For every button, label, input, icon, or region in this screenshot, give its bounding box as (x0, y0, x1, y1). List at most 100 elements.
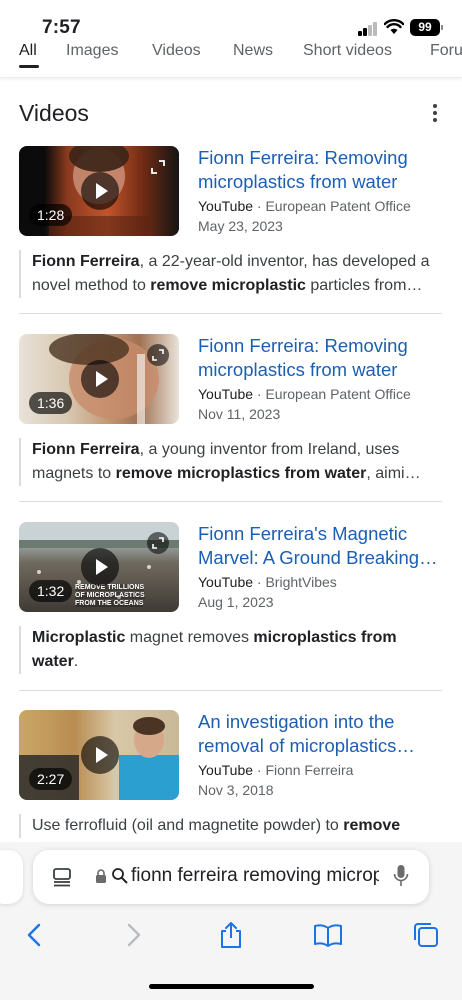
snippet-highlight: Microplastic (32, 629, 126, 646)
tab-news[interactable]: News (233, 42, 273, 60)
microphone-icon[interactable] (393, 864, 409, 888)
video-duration: 1:36 (29, 392, 73, 414)
snippet-highlight: water (32, 653, 74, 670)
video-source: YouTube (198, 762, 254, 778)
video-date: Nov 3, 2018 (198, 782, 274, 798)
video-thumbnail[interactable]: REMOVE TRILLIONS OF MICROPLASTICS FROM T… (19, 522, 179, 612)
video-title-line: Fionn Ferreira's Magnetic (198, 523, 408, 544)
video-source: YouTube (198, 386, 254, 402)
snippet-highlight: remove (343, 817, 401, 834)
snippet-highlight: remove microplastics from water (115, 465, 367, 482)
expand-icon (147, 344, 169, 366)
tab-images[interactable]: Images (66, 42, 118, 60)
video-title-line: microplastics from water (198, 171, 398, 192)
snippet-line: novel method to remove microplastic part… (32, 274, 442, 298)
video-title-link[interactable]: Fionn Ferreira's Magnetic Marvel: A Grou… (198, 522, 444, 570)
video-snippet: Use ferrofluid (oil and magnetite powder… (19, 814, 442, 838)
snippet-text: , a 22-year-old inventor, has developed … (139, 253, 430, 270)
browser-bottom-bar: fionn ferreira removing microplastics (0, 842, 462, 1000)
snippet-line: water. (32, 650, 442, 674)
divider (19, 690, 442, 691)
video-duration: 2:27 (29, 768, 73, 790)
expand-icon (147, 156, 169, 178)
video-source: YouTube (198, 198, 254, 214)
video-snippet: Fionn Ferreira, a 22-year-old inventor, … (19, 250, 442, 298)
video-thumbnail[interactable]: 2:27 (19, 710, 179, 800)
video-title-line: Marvel: A Ground Breaking… (198, 547, 438, 568)
video-meta: YouTube · European Patent Office (198, 386, 411, 402)
snippet-highlight: Fionn Ferreira (32, 253, 140, 270)
snippet-text: , aimi… (366, 465, 421, 482)
expand-icon (147, 532, 169, 554)
video-title-link[interactable]: Fionn Ferreira: Removing microplastics f… (198, 146, 444, 194)
snippet-line: Fionn Ferreira, a young inventor from Ir… (32, 438, 442, 462)
forward-icon[interactable] (118, 920, 148, 950)
snippet-text: novel method to (32, 277, 151, 294)
snippet-line: Microplastic magnet removes microplastic… (32, 626, 442, 650)
video-date: May 23, 2023 (198, 218, 283, 234)
lock-icon (96, 869, 106, 883)
snippet-highlight: microplastics from (253, 629, 397, 646)
section-title: Videos (19, 100, 89, 126)
video-date: Aug 1, 2023 (198, 594, 274, 610)
video-title-line: An investigation into the (198, 711, 395, 732)
snippet-highlight: Fionn Ferreira (32, 441, 140, 458)
battery-icon: 99 (410, 19, 443, 36)
snippet-text: particles from… (305, 277, 423, 294)
video-channel: European Patent Office (265, 198, 411, 214)
snippet-line: magnets to remove microplastics from wat… (32, 462, 442, 486)
thumbnail-caption: REMOVE TRILLIONS OF MICROPLASTICS FROM T… (75, 584, 145, 607)
address-bar[interactable]: fionn ferreira removing microplastics (33, 850, 429, 904)
more-options-icon[interactable] (428, 104, 442, 122)
video-title-line: microplastics from water (198, 359, 398, 380)
snippet-text: Use ferrofluid (oil and magnetite powder… (32, 817, 344, 834)
video-title-link[interactable]: An investigation into the removal of mic… (198, 710, 444, 758)
tabs-icon[interactable] (411, 920, 441, 950)
snippet-text: magnets to (32, 465, 116, 482)
cellular-signal-icon (358, 22, 378, 36)
video-channel: European Patent Office (265, 386, 411, 402)
divider (19, 501, 442, 502)
snippet-text: magnet removes (125, 629, 254, 646)
video-snippet: Fionn Ferreira, a young inventor from Ir… (19, 438, 442, 486)
back-icon[interactable] (20, 920, 50, 950)
active-tab-indicator (19, 65, 39, 68)
snippet-text: . (73, 653, 79, 670)
video-meta: YouTube · European Patent Office (198, 198, 411, 214)
play-icon (81, 736, 119, 774)
video-meta: YouTube · BrightVibes (198, 574, 337, 590)
tab-overview-icon[interactable] (51, 866, 73, 888)
video-channel: BrightVibes (265, 574, 337, 590)
play-icon (81, 360, 119, 398)
bookmarks-icon[interactable] (313, 920, 343, 950)
video-source: YouTube (198, 574, 254, 590)
video-title-link[interactable]: Fionn Ferreira: Removing microplastics f… (198, 334, 444, 382)
video-meta: YouTube · Fionn Ferreira (198, 762, 354, 778)
divider (19, 313, 442, 314)
tab-forums[interactable]: Forums (430, 42, 462, 60)
video-duration: 1:28 (29, 204, 73, 226)
snippet-highlight: remove microplastic (150, 277, 306, 294)
address-bar-text[interactable]: fionn ferreira removing microplastics (131, 865, 379, 887)
video-date: Nov 11, 2023 (198, 406, 281, 422)
video-channel: Fionn Ferreira (265, 762, 354, 778)
video-duration: 1:32 (29, 580, 73, 602)
tab-short-videos[interactable]: Short videos (303, 42, 392, 60)
search-icon (112, 868, 128, 884)
video-title-line: Fionn Ferreira: Removing (198, 335, 408, 356)
snippet-text: , a young inventor from Ireland, uses (139, 441, 400, 458)
video-title-line: removal of microplastics… (198, 735, 415, 756)
snippet-line: Fionn Ferreira, a 22-year-old inventor, … (32, 250, 442, 274)
home-indicator (149, 984, 314, 989)
wifi-icon (384, 19, 404, 34)
share-icon[interactable] (216, 920, 246, 950)
tab-all[interactable]: All (19, 42, 37, 60)
video-thumbnail[interactable]: 1:28 (19, 146, 179, 236)
video-snippet: Microplastic magnet removes microplastic… (19, 626, 442, 674)
tab-videos[interactable]: Videos (152, 42, 201, 60)
play-icon (81, 548, 119, 586)
video-thumbnail[interactable]: 1:36 (19, 334, 179, 424)
status-time: 7:57 (42, 17, 81, 38)
play-icon (81, 172, 119, 210)
previous-tab-card[interactable] (0, 850, 23, 904)
